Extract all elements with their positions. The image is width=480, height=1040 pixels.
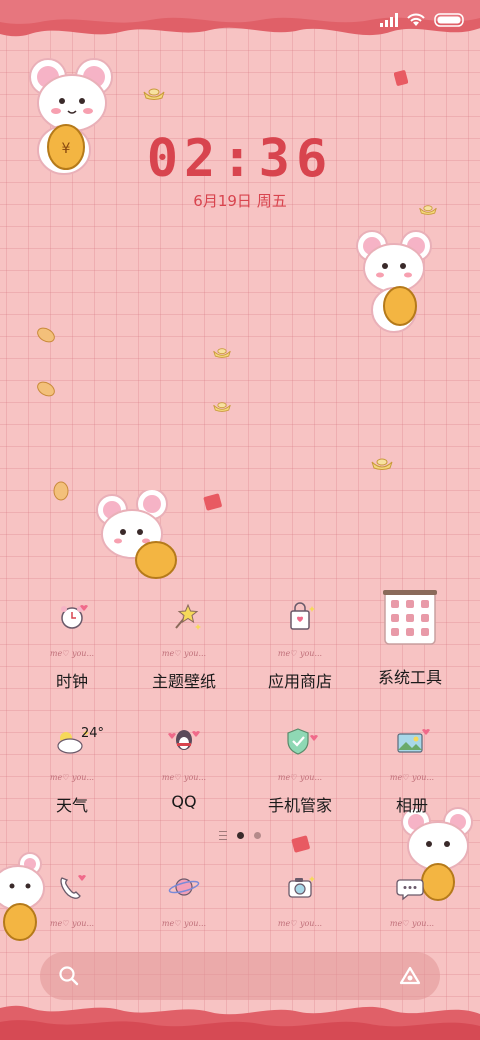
meyou-caption: me♡ you... — [277, 773, 323, 782]
page-indicator[interactable] — [0, 831, 480, 840]
page-dot-active[interactable] — [237, 832, 244, 839]
mouse-sticker-icon — [96, 490, 177, 579]
message-bubble-icon — [396, 879, 424, 901]
weather-temperature: 24° — [81, 726, 105, 741]
meyou-caption: me♡ you... — [161, 773, 207, 782]
photo-icon — [397, 729, 430, 753]
app-clock[interactable]: me♡ you... 时钟 — [12, 602, 132, 692]
wifi-icon — [407, 13, 425, 26]
status-bar — [380, 8, 466, 32]
coin-icon — [37, 327, 55, 343]
gold-ingot-icon — [371, 458, 393, 470]
dock-phone[interactable]: me♡ you... — [12, 872, 132, 928]
app-system-tools[interactable]: 系统工具 — [350, 588, 470, 688]
red-envelope-icon — [394, 70, 408, 86]
qq-penguin-icon — [168, 730, 200, 750]
app-label: 相册 — [395, 796, 428, 815]
meyou-caption: me♡ you... — [389, 919, 435, 928]
meyou-caption: me♡ you... — [389, 773, 435, 782]
app-theme-wallpaper[interactable]: me♡ you... 主题壁纸 — [124, 602, 244, 692]
phone-icon — [60, 875, 86, 899]
app-label: 应用商店 — [267, 672, 332, 691]
meyou-caption: me♡ you... — [277, 649, 323, 658]
app-qq[interactable]: me♡ you... QQ — [124, 726, 244, 811]
search-icon[interactable] — [58, 965, 80, 987]
dock-camera[interactable]: me♡ you... — [240, 872, 360, 928]
star-wand-icon — [175, 603, 201, 630]
meyou-caption: me♡ you... — [161, 919, 207, 928]
app-label: 时钟 — [55, 672, 88, 691]
voice-assistant-icon[interactable] — [398, 965, 422, 987]
mouse-sticker-icon — [356, 230, 432, 333]
meyou-caption: me♡ you... — [49, 919, 95, 928]
app-label: QQ — [171, 792, 197, 811]
shield-check-icon — [287, 728, 318, 755]
battery-icon — [434, 13, 464, 27]
app-label: 天气 — [55, 796, 88, 815]
app-label: 主题壁纸 — [151, 672, 216, 691]
gold-ingot-icon — [213, 348, 231, 358]
signal-icon — [380, 13, 398, 27]
meyou-caption: me♡ you... — [49, 773, 95, 782]
clock-time: 02:36 — [146, 129, 334, 189]
dock-messages[interactable]: me♡ you... — [352, 872, 472, 928]
app-label: 系统工具 — [377, 668, 442, 687]
red-envelope-icon — [203, 493, 222, 511]
meyou-caption: me♡ you... — [49, 649, 95, 658]
app-phone-manager[interactable]: me♡ you... 手机管家 — [240, 726, 360, 816]
gold-ingot-icon — [143, 88, 165, 100]
coin-icon — [53, 481, 69, 501]
planet-icon — [168, 878, 200, 896]
menu-icon[interactable] — [219, 831, 227, 840]
shopping-bag-icon — [290, 602, 315, 630]
camera-icon — [288, 876, 315, 898]
app-weather[interactable]: 24° me♡ you... 天气 — [12, 726, 132, 816]
lock-clock: 02:36 6月19日 周五 — [0, 128, 480, 211]
tools-folder-icon — [383, 590, 437, 645]
dock-browser[interactable]: me♡ you... — [124, 872, 244, 928]
app-gallery[interactable]: me♡ you... 相册 — [352, 726, 472, 816]
clock-date: 6月19日 周五 — [193, 192, 287, 210]
meyou-caption: me♡ you... — [277, 919, 323, 928]
page-dot[interactable] — [254, 832, 261, 839]
meyou-caption: me♡ you... — [161, 649, 207, 658]
alarm-clock-icon — [61, 605, 88, 629]
app-label: 手机管家 — [267, 796, 332, 815]
app-store[interactable]: me♡ you... 应用商店 — [240, 602, 360, 692]
search-bar[interactable] — [40, 952, 440, 1000]
coin-icon — [37, 381, 55, 397]
gold-ingot-icon — [213, 402, 231, 412]
